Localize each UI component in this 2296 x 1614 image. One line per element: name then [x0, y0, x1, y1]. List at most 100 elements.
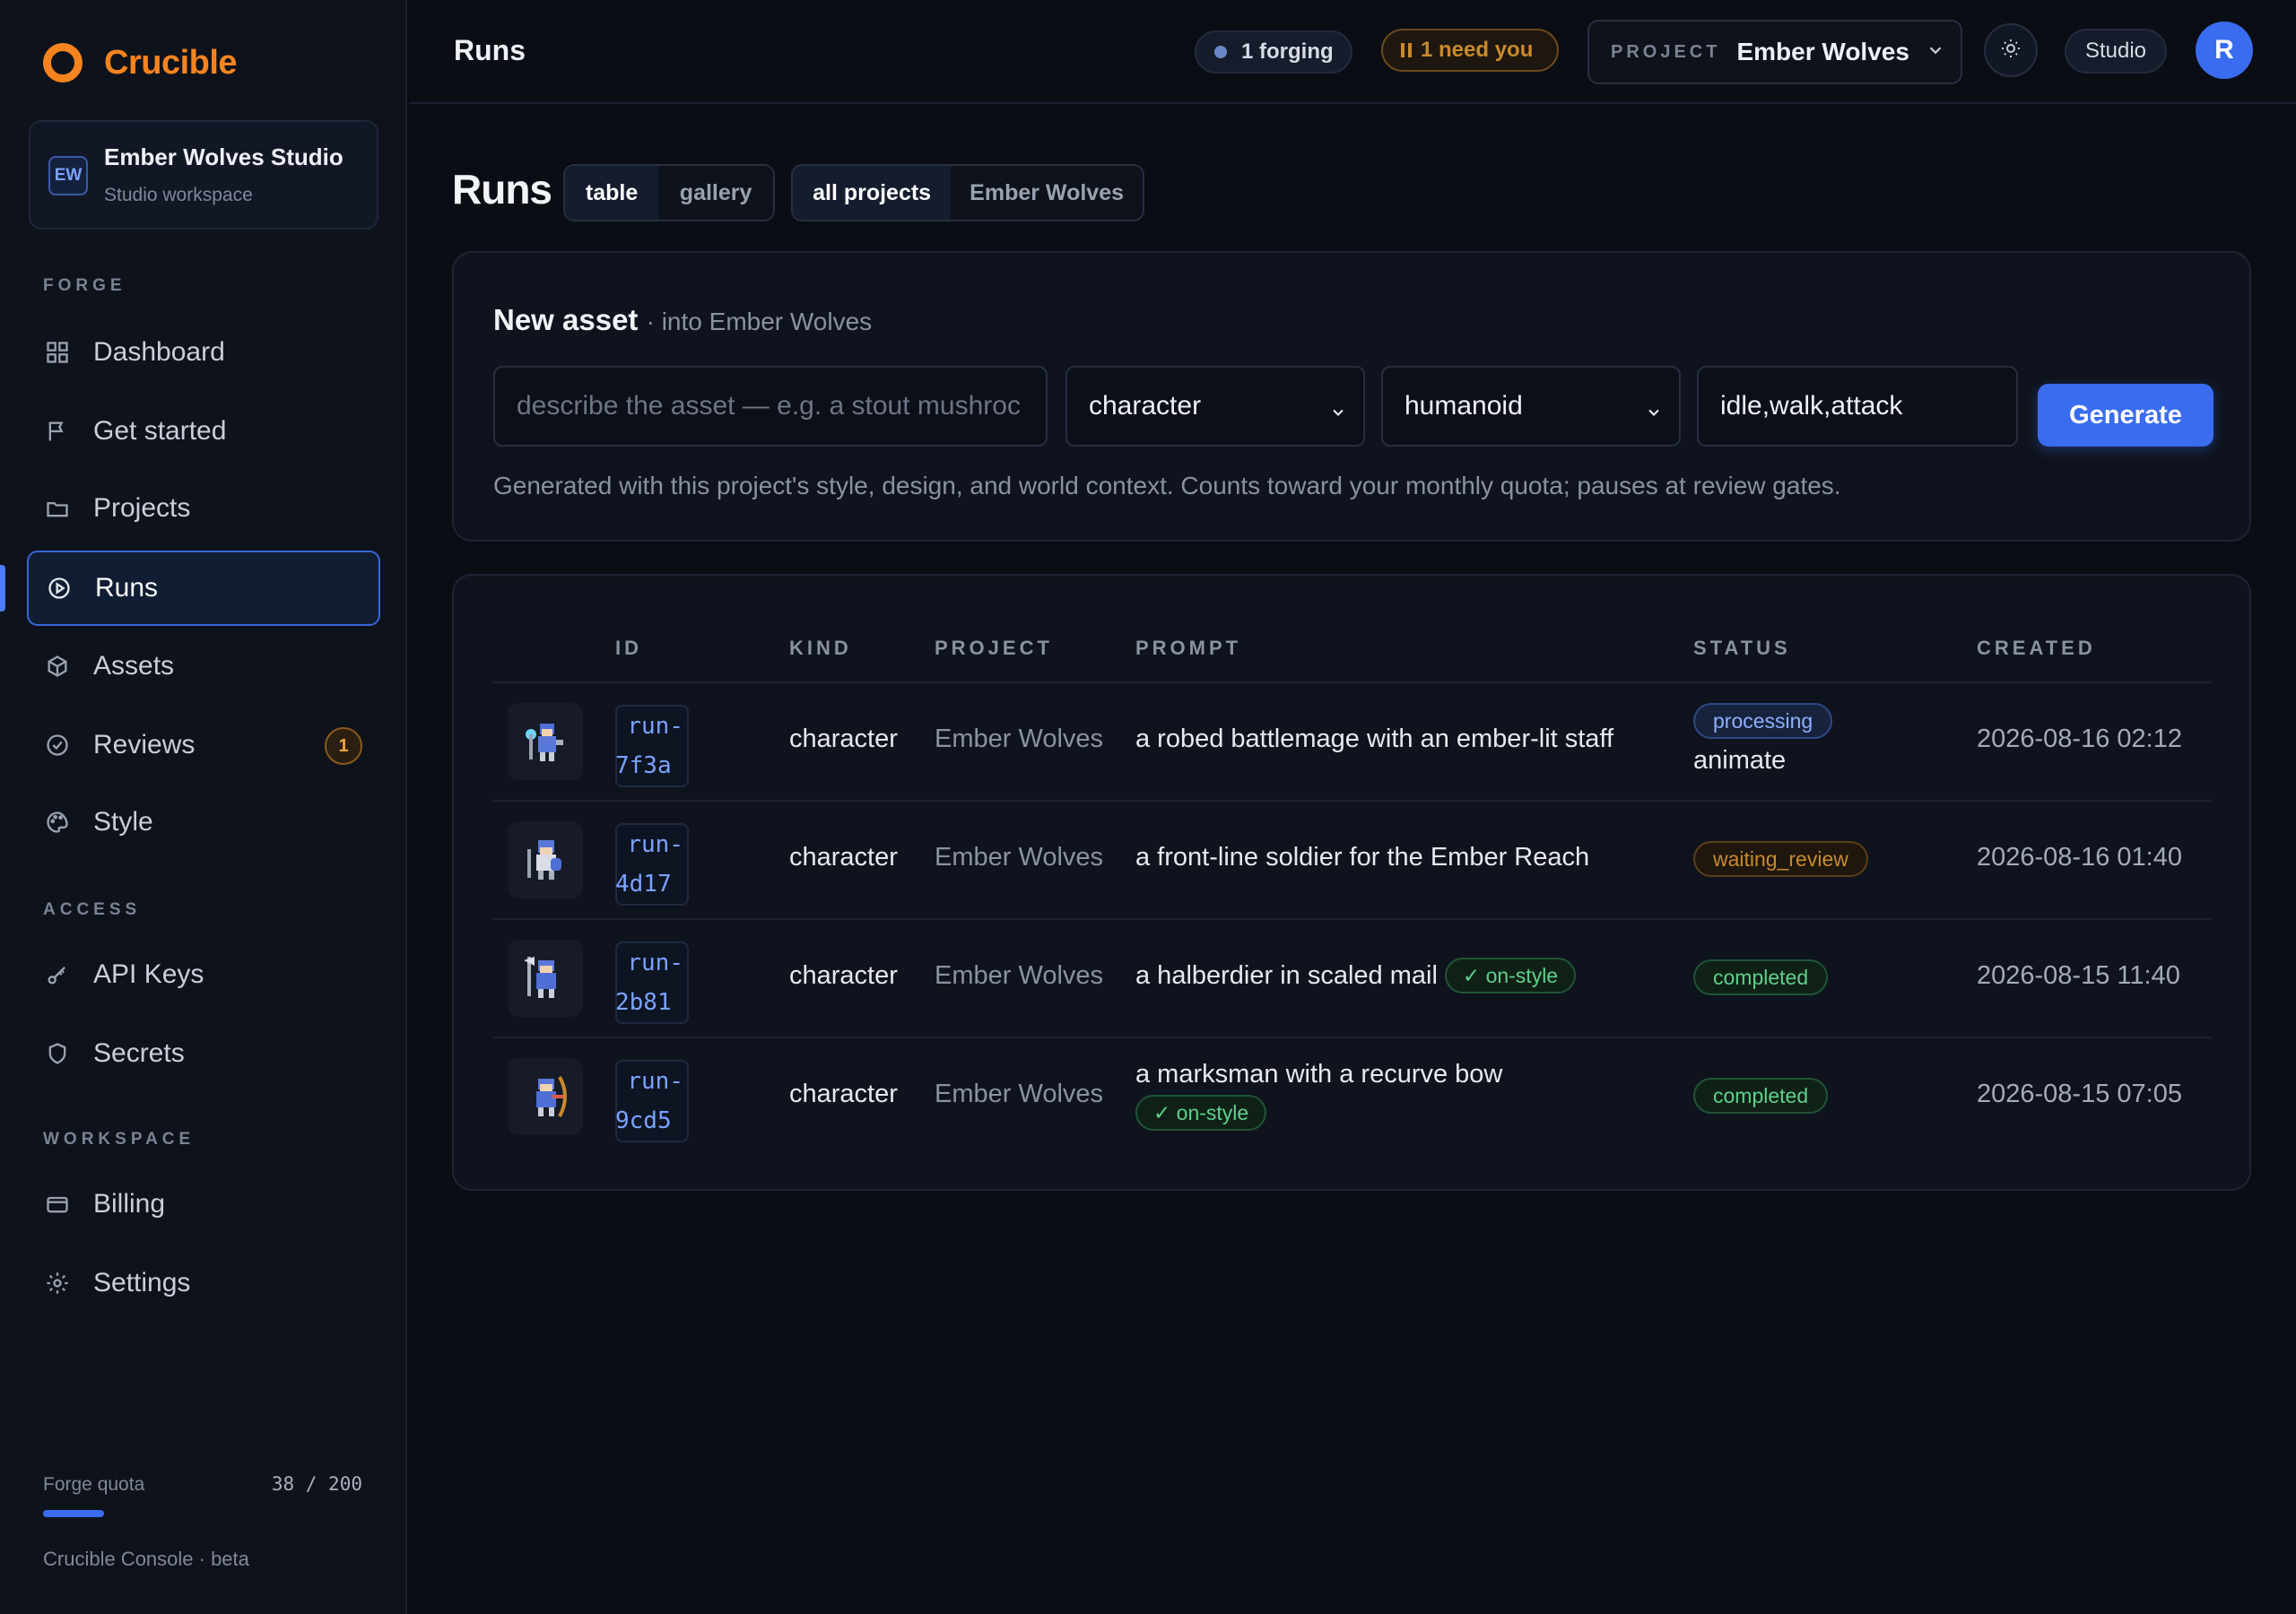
run-project: Ember Wolves: [935, 961, 1104, 990]
halberdier-sprite-icon[interactable]: [508, 940, 583, 1017]
workspace-avatar: EW: [48, 156, 88, 195]
sidebar-item-dashboard[interactable]: Dashboard: [27, 316, 380, 389]
generate-button[interactable]: Generate: [2038, 384, 2213, 447]
run-id-chip[interactable]: run- 2b81: [615, 941, 689, 1024]
on-style-badge: ✓ on-style: [1444, 958, 1577, 994]
soldier-sprite-icon[interactable]: [508, 821, 583, 898]
flag-icon: [43, 417, 72, 446]
key-icon: [43, 960, 72, 989]
studio-button[interactable]: Studio: [2065, 29, 2167, 74]
theme-toggle-button[interactable]: [1984, 23, 2038, 77]
project-label: PROJECT: [1611, 41, 1721, 62]
new-asset-title: New asset · into Ember Wolves: [493, 303, 872, 337]
sidebar-item-label: Dashboard: [93, 337, 225, 367]
column-header-id[interactable]: ID: [615, 637, 642, 660]
palette-icon: [43, 808, 72, 837]
table-row[interactable]: run- 7f3a character Ember Wolves a robed…: [493, 681, 2212, 800]
play-circle-icon: [45, 574, 74, 603]
run-id-chip[interactable]: run- 7f3a: [615, 705, 689, 787]
run-id-prefix: run-: [627, 950, 683, 976]
sidebar-item-runs[interactable]: Runs: [27, 551, 380, 626]
topbar-title: Runs: [454, 34, 526, 66]
filter-ember-wolves-tab[interactable]: Ember Wolves: [951, 166, 1143, 220]
run-id-prefix: run-: [627, 1068, 683, 1095]
sidebar-item-projects[interactable]: Projects: [27, 472, 380, 545]
new-asset-subtitle: · into Ember Wolves: [646, 308, 873, 335]
sidebar-item-label: Runs: [95, 573, 159, 603]
section-label-access: ACCESS: [43, 900, 142, 919]
marksman-sprite-icon[interactable]: [508, 1058, 583, 1135]
sidebar-item-label: Reviews: [93, 730, 196, 759]
check-circle-icon: [43, 731, 72, 759]
forging-dot-icon: [1214, 46, 1227, 58]
run-kind: character: [789, 1080, 898, 1108]
chevron-down-icon: [1645, 398, 1663, 429]
run-prompt: a halberdier in scaled mail: [1135, 960, 1438, 990]
battlemage-sprite-icon[interactable]: [508, 703, 583, 780]
run-id-suffix: 2b81: [615, 989, 672, 1016]
asset-kind-select[interactable]: character: [1065, 366, 1365, 447]
sidebar-item-get-started[interactable]: Get started: [27, 395, 380, 468]
section-label-forge: FORGE: [43, 276, 126, 295]
column-header-created[interactable]: CREATED: [1977, 637, 2096, 660]
chevron-down-icon: [1926, 40, 1945, 65]
column-header-project[interactable]: PROJECT: [935, 637, 1053, 660]
view-gallery-tab[interactable]: gallery: [658, 166, 773, 220]
sidebar-item-reviews[interactable]: Reviews 1: [27, 708, 380, 782]
quota-value: 38 / 200: [271, 1473, 362, 1495]
column-header-status[interactable]: STATUS: [1693, 637, 1791, 660]
forging-count: 1 forging: [1241, 39, 1334, 64]
status-badge: processing: [1693, 703, 1833, 739]
status-badge: waiting_review: [1693, 841, 1868, 877]
run-status-cell: processing animate: [1693, 703, 1833, 776]
column-header-prompt[interactable]: PROMPT: [1135, 637, 1241, 660]
sidebar-item-settings[interactable]: Settings: [27, 1246, 380, 1320]
asset-rig-select[interactable]: humanoid: [1381, 366, 1681, 447]
workspace-subtitle: Studio workspace: [104, 185, 253, 205]
sidebar-item-billing[interactable]: Billing: [27, 1167, 380, 1241]
animations-input[interactable]: idle,walk,attack: [1697, 366, 2018, 447]
crucible-logo-icon: [43, 43, 83, 82]
pause-icon: [1401, 43, 1413, 57]
table-row[interactable]: run- 4d17 character Ember Wolves a front…: [493, 800, 2212, 918]
brand[interactable]: Crucible: [43, 43, 238, 82]
run-status-cell: waiting_review: [1693, 841, 1868, 877]
section-label-workspace: WORKSPACE: [43, 1130, 196, 1149]
console-version: Crucible Console · beta: [43, 1548, 249, 1570]
run-created: 2026-08-15 07:05: [1977, 1080, 2182, 1108]
run-prompt: a marksman with a recurve bow: [1135, 1060, 1503, 1089]
topbar: Runs 1 forging 1 need you PROJECT Ember …: [409, 0, 2296, 104]
forging-status-pill[interactable]: 1 forging: [1195, 30, 1352, 74]
sun-icon: [2000, 38, 2022, 64]
sidebar-item-assets[interactable]: Assets: [27, 629, 380, 703]
filter-all-projects-tab[interactable]: all projects: [793, 166, 952, 220]
asset-description-input[interactable]: describe the asset — e.g. a stout mushro…: [493, 366, 1048, 447]
run-id-prefix: run-: [627, 713, 683, 740]
run-id-chip[interactable]: run- 9cd5: [615, 1060, 689, 1142]
need-you-count: 1 need you: [1421, 38, 1534, 62]
table-row[interactable]: run- 9cd5 character Ember Wolves a marks…: [493, 1037, 2212, 1155]
view-table-tab[interactable]: table: [565, 166, 659, 220]
quota-label: Forge quota: [43, 1474, 145, 1495]
asset-rig-value: humanoid: [1405, 391, 1523, 421]
project-filter-toggle: all projects Ember Wolves: [791, 164, 1144, 221]
grid-icon: [43, 338, 72, 367]
sidebar-item-style[interactable]: Style: [27, 785, 380, 859]
run-id-suffix: 7f3a: [615, 752, 672, 779]
table-row[interactable]: run- 2b81 character Ember Wolves a halbe…: [493, 918, 2212, 1037]
on-style-badge: ✓ on-style: [1135, 1095, 1267, 1131]
runs-table: ID KIND PROJECT PROMPT STATUS CREATED ru…: [452, 574, 2251, 1191]
workspace-switcher[interactable]: EW Ember Wolves Studio Studio workspace: [29, 120, 378, 230]
status-badge: completed: [1693, 959, 1829, 995]
run-id-chip[interactable]: run- 4d17: [615, 823, 689, 906]
project-selector[interactable]: PROJECT Ember Wolves: [1587, 20, 1962, 84]
user-avatar[interactable]: R: [2196, 22, 2253, 79]
sidebar-item-label: API Keys: [93, 959, 204, 989]
run-prompt-cell: a marksman with a recurve bow ✓ on-style: [1135, 1060, 1502, 1131]
sidebar-item-api-keys[interactable]: API Keys: [27, 938, 380, 1011]
run-kind: character: [789, 725, 898, 753]
column-header-kind[interactable]: KIND: [789, 637, 852, 660]
need-you-pill[interactable]: 1 need you: [1381, 29, 1559, 72]
sidebar-item-secrets[interactable]: Secrets: [27, 1017, 380, 1090]
run-created: 2026-08-16 01:40: [1977, 843, 2182, 872]
